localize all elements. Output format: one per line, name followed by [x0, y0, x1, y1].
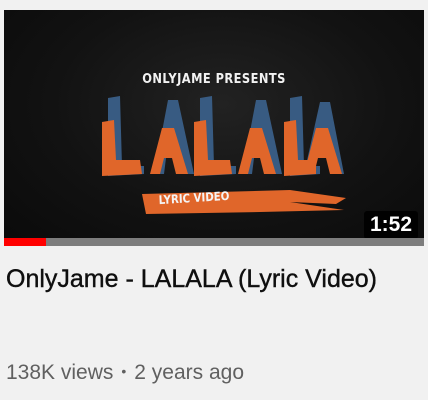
upload-age: 2 years ago	[134, 361, 245, 384]
watch-progress-fill	[4, 238, 46, 246]
duration-badge: 1:52	[363, 211, 418, 239]
meta-separator: •	[121, 363, 127, 379]
view-count: 138K views	[6, 361, 114, 384]
video-title[interactable]: OnlyJame - LALALA (Lyric Video)	[6, 261, 416, 297]
watch-progress-bar	[4, 238, 424, 246]
video-card[interactable]: ONLYJAME PRESENTS LYRIC VIDEO 1:52 OnlyJ…	[0, 0, 428, 400]
video-metadata: 138K views • 2 years ago	[6, 361, 244, 385]
video-thumbnail[interactable]: ONLYJAME PRESENTS LYRIC VIDEO 1:52	[4, 10, 424, 246]
